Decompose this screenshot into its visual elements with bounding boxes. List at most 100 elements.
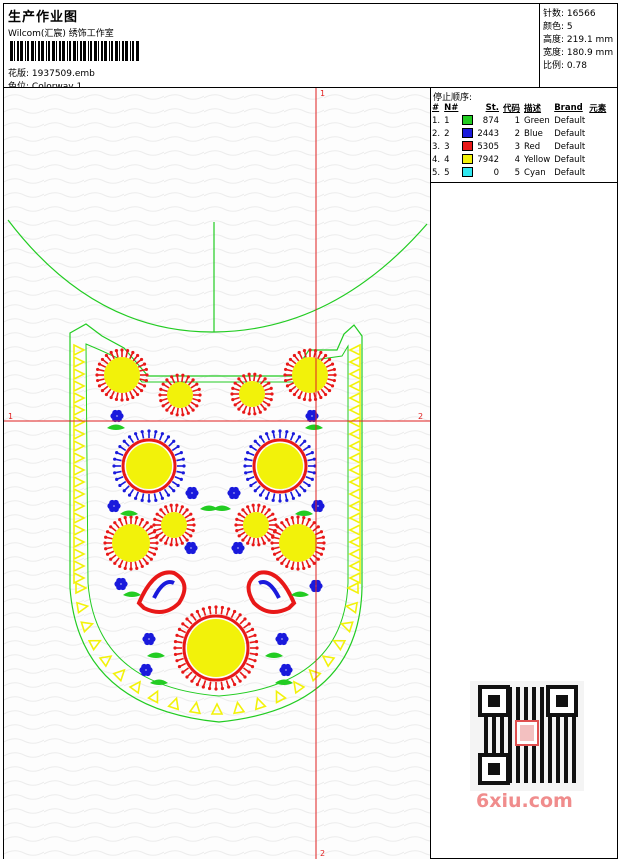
qr-module bbox=[524, 707, 528, 711]
table-header-row: # N# St. 代码 描述 Brand 元素 bbox=[431, 101, 609, 114]
qr-module bbox=[500, 747, 504, 751]
stitch-knot bbox=[297, 493, 302, 497]
stitch-knot bbox=[237, 534, 241, 538]
qr-module bbox=[532, 775, 536, 779]
stitch-knot bbox=[253, 489, 257, 493]
stitch-knot bbox=[113, 471, 117, 475]
stitch-knot bbox=[237, 512, 241, 516]
stitch-knot bbox=[257, 503, 261, 507]
cell-number: 1 bbox=[444, 115, 450, 126]
flower-motif bbox=[243, 429, 317, 503]
qr-module bbox=[564, 739, 568, 743]
stitch-knot bbox=[115, 451, 119, 455]
barcode-bar bbox=[35, 41, 36, 61]
qr-module bbox=[548, 747, 552, 751]
qr-module bbox=[492, 719, 496, 723]
qr-module bbox=[516, 779, 520, 783]
stitch-knot bbox=[253, 633, 257, 637]
qr-module bbox=[516, 755, 520, 759]
qr-module bbox=[532, 767, 536, 771]
cell-swatch bbox=[461, 127, 476, 140]
qr-module bbox=[572, 747, 576, 751]
stitch-knot bbox=[288, 357, 293, 362]
stitch-knot bbox=[140, 430, 144, 434]
flower-center bbox=[187, 619, 245, 677]
stitch-knot bbox=[122, 489, 126, 493]
qr-module bbox=[564, 731, 568, 735]
stitch-knot bbox=[160, 496, 164, 500]
qr-module bbox=[556, 743, 560, 747]
qr-code-icon bbox=[470, 681, 584, 791]
stitch-knot bbox=[238, 679, 242, 683]
stitch-knot bbox=[129, 567, 133, 571]
qr-module bbox=[516, 707, 520, 711]
barcode-bar bbox=[59, 41, 61, 61]
stitch-knot bbox=[123, 516, 127, 520]
stitch-knot bbox=[144, 367, 148, 372]
stitch-knot bbox=[278, 429, 282, 433]
stitch-knot bbox=[105, 552, 110, 556]
stitch-knot bbox=[241, 508, 245, 512]
stitch-knot bbox=[262, 505, 266, 509]
stitch-knot bbox=[267, 403, 271, 407]
stitch-knot bbox=[258, 374, 262, 378]
petal bbox=[144, 663, 151, 670]
stitch-knot bbox=[154, 547, 158, 551]
qr-module bbox=[524, 699, 528, 703]
stitch-knot bbox=[258, 410, 262, 414]
qr-module bbox=[484, 743, 488, 747]
stitch-knot bbox=[319, 530, 324, 534]
cell-stitches: 874 bbox=[482, 115, 500, 126]
qr-module bbox=[540, 691, 544, 695]
qr-module bbox=[572, 779, 576, 783]
stitch-knot bbox=[140, 517, 144, 522]
qr-module bbox=[564, 747, 568, 751]
stitch-knot bbox=[176, 483, 180, 488]
stitch-knot bbox=[152, 523, 156, 527]
stitch-knot bbox=[113, 457, 117, 461]
barcode-bar bbox=[25, 41, 26, 61]
qr-module bbox=[516, 695, 520, 699]
cell-stitches: 7942 bbox=[477, 154, 500, 165]
stitch-knot bbox=[243, 617, 247, 621]
stitch-knot bbox=[307, 483, 311, 488]
qr-module bbox=[564, 743, 568, 747]
barcode-bar bbox=[17, 41, 19, 61]
qr-module bbox=[548, 771, 552, 775]
stop-sequence-panel: 停止顺序: # N# St. 代码 描述 Brand 元素 1. 1 874 1 Gre… bbox=[431, 88, 617, 183]
stitch-knot bbox=[285, 430, 289, 434]
barcode-bar bbox=[94, 41, 97, 61]
stitch-knot bbox=[276, 525, 280, 529]
stitch-knot bbox=[257, 543, 261, 547]
qr-module bbox=[556, 739, 560, 743]
stat-scale: 比例: 0.78 bbox=[543, 58, 587, 71]
stitch-knot bbox=[192, 523, 196, 527]
stitch-knot bbox=[118, 564, 122, 569]
qr-module bbox=[484, 739, 488, 743]
qr-module bbox=[548, 739, 552, 743]
qr-module bbox=[524, 755, 528, 759]
qr-module bbox=[556, 747, 560, 751]
stop-sequence-table: # N# St. 代码 描述 Brand 元素 1. 1 874 1 Green Defa… bbox=[431, 101, 609, 179]
stitch-knot bbox=[244, 471, 248, 475]
cell-element bbox=[588, 140, 609, 153]
barcode-bar bbox=[31, 41, 34, 61]
stitch-knot bbox=[100, 388, 105, 393]
qr-module bbox=[548, 731, 552, 735]
barcode-bar bbox=[111, 41, 113, 61]
stitch-knot bbox=[290, 566, 294, 570]
stitch-knot bbox=[308, 348, 312, 352]
cell-number: 4 bbox=[444, 154, 450, 165]
barcode-bar bbox=[20, 41, 23, 61]
stitch-knot bbox=[155, 541, 159, 545]
qr-module bbox=[572, 775, 576, 779]
stitch-knot bbox=[296, 567, 300, 571]
stitch-knot bbox=[173, 652, 178, 657]
qr-module bbox=[516, 751, 520, 755]
stitch-knot bbox=[297, 395, 301, 400]
qr-module bbox=[548, 755, 552, 759]
stitch-knot bbox=[169, 503, 173, 507]
stitch-knot bbox=[139, 357, 144, 362]
qr-module bbox=[516, 687, 520, 691]
stitch-knot bbox=[173, 646, 177, 650]
